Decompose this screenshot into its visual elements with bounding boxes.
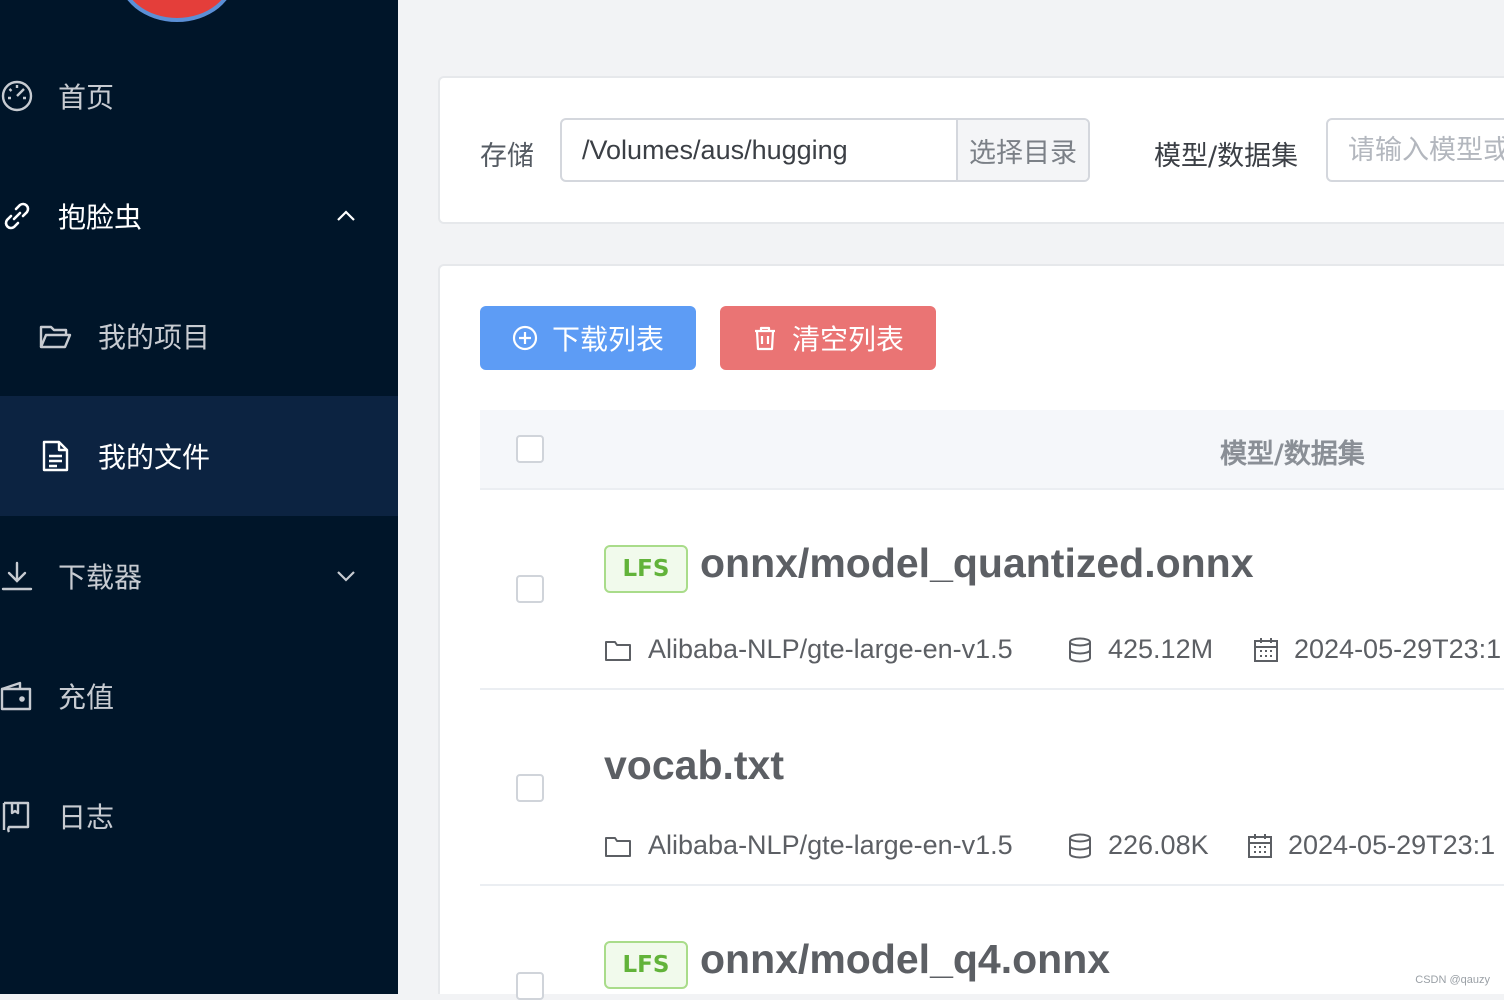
file-size: 425.12M	[1108, 634, 1214, 664]
sidebar-item-recharge[interactable]: 充值	[0, 636, 398, 756]
repo-name[interactable]: Alibaba-NLP/gte-large-en-v1.5	[648, 634, 1013, 665]
storage-path-input[interactable]	[562, 120, 956, 180]
notebook-icon	[0, 799, 34, 833]
document-icon	[38, 439, 72, 473]
wallet-icon	[0, 679, 34, 713]
clear-list-label: 清空列表	[791, 323, 904, 356]
choose-directory-button[interactable]: 选择目录	[956, 120, 1088, 180]
model-dataset-label: 模型/数据集	[1154, 141, 1299, 172]
folder-icon	[604, 636, 632, 664]
lfs-badge: LFS	[604, 941, 688, 989]
calendar-icon	[1252, 636, 1280, 664]
sidebar-item-label: 下载器	[58, 561, 143, 594]
link-icon	[0, 199, 34, 233]
download-list-label: 下载列表	[551, 323, 664, 356]
sidebar-item-downloader[interactable]: 下载器	[0, 516, 398, 636]
clear-list-button[interactable]: 清空列表	[720, 306, 936, 370]
watermark: CSDN @qauzy	[1415, 974, 1490, 986]
row-checkbox[interactable]	[516, 774, 544, 802]
file-name[interactable]: onnx/model_q4.onnx	[700, 936, 1110, 983]
model-input-group	[1326, 118, 1504, 182]
trash-icon	[752, 325, 778, 351]
sidebar-item-home[interactable]: 首页	[0, 36, 398, 156]
table-row: vocab.txt Alibaba-NLP/gte-large-en-v1.5 …	[480, 690, 1504, 886]
file-date: 2024-05-29T23:1	[1294, 634, 1502, 664]
plus-circle-icon	[512, 325, 538, 351]
download-icon	[0, 559, 34, 593]
sidebar-item-my-projects[interactable]: 我的项目	[0, 276, 398, 396]
calendar-icon	[1246, 832, 1274, 860]
chevron-down-icon	[334, 564, 358, 588]
folder-open-icon	[38, 319, 72, 353]
table-row: LFS onnx/model_q4.onnx	[480, 886, 1504, 1000]
table-header: 模型/数据集	[480, 410, 1504, 490]
row-checkbox[interactable]	[516, 575, 544, 603]
sidebar-item-label: 首页	[58, 81, 115, 114]
file-name[interactable]: onnx/model_quantized.onnx	[700, 540, 1254, 587]
sidebar-item-label: 抱脸虫	[58, 201, 143, 234]
file-name[interactable]: vocab.txt	[604, 742, 784, 789]
table-row: LFS onnx/model_quantized.onnx Alibaba-NL…	[480, 490, 1504, 690]
logo	[118, 0, 236, 22]
sidebar: 首页 抱脸虫 我的项目 我的文件 下载器 充值 日志	[0, 0, 398, 994]
database-icon	[1066, 636, 1094, 664]
database-icon	[1066, 832, 1094, 860]
row-checkbox[interactable]	[516, 972, 544, 1000]
model-search-input[interactable]	[1328, 120, 1504, 180]
folder-icon	[604, 832, 632, 860]
dashboard-icon	[0, 79, 34, 113]
storage-label: 存储	[480, 141, 534, 172]
sidebar-item-logs[interactable]: 日志	[0, 756, 398, 876]
repo-name[interactable]: Alibaba-NLP/gte-large-en-v1.5	[648, 830, 1013, 861]
sidebar-item-label: 充值	[58, 681, 115, 714]
lfs-badge: LFS	[604, 545, 688, 593]
file-date: 2024-05-29T23:1	[1288, 830, 1496, 860]
file-size: 226.08K	[1108, 830, 1209, 860]
sidebar-item-my-files[interactable]: 我的文件	[0, 396, 398, 516]
sidebar-item-label: 我的项目	[98, 321, 211, 354]
select-all-checkbox[interactable]	[516, 435, 544, 463]
download-list-button[interactable]: 下载列表	[480, 306, 696, 370]
sidebar-item-label: 日志	[58, 801, 115, 834]
sidebar-item-huggingface[interactable]: 抱脸虫	[0, 156, 398, 276]
sidebar-item-label: 我的文件	[98, 441, 211, 474]
storage-input-group: 选择目录	[560, 118, 1090, 182]
chevron-up-icon	[334, 204, 358, 228]
column-header-model-dataset: 模型/数据集	[1220, 439, 1365, 470]
